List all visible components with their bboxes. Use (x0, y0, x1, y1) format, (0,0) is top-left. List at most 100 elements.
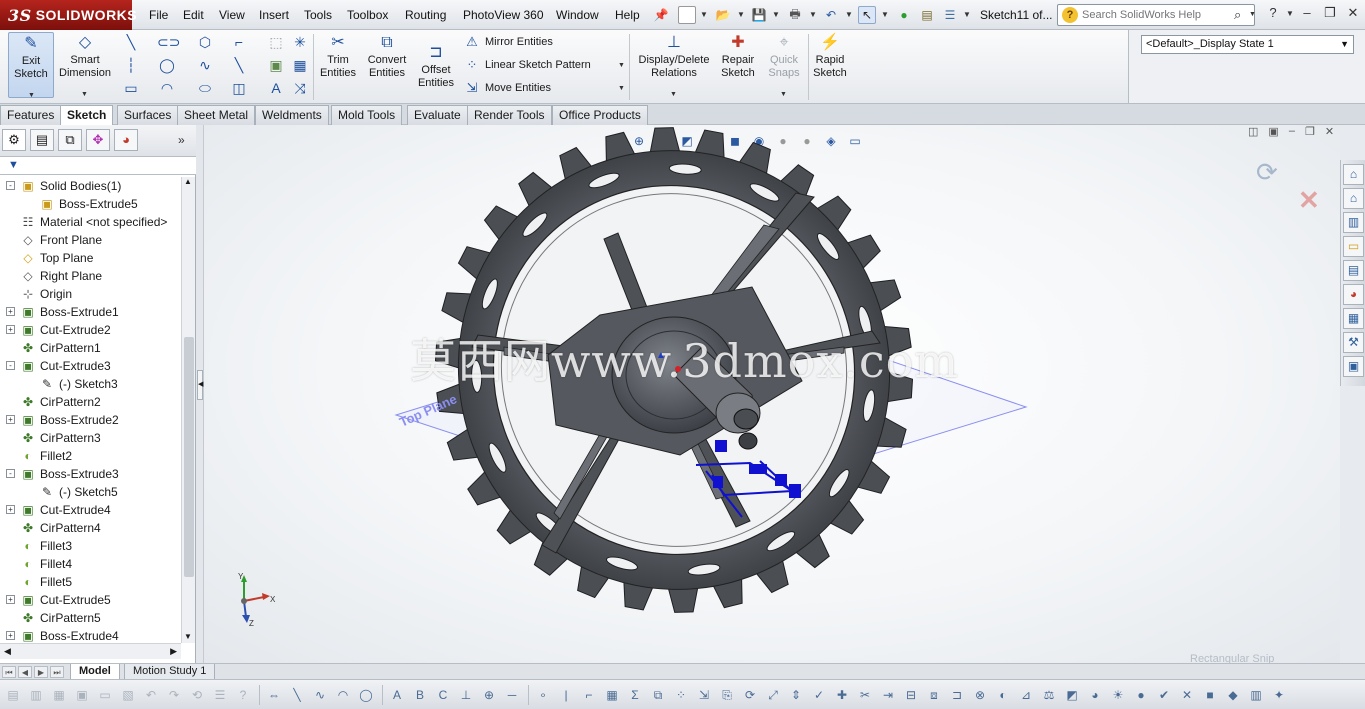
chevron-down-icon[interactable]: ▼ (737, 10, 745, 19)
tree-node[interactable]: - ▣ Cut-Extrude3 (6, 357, 111, 375)
rebuild-traffic-light-icon[interactable]: ● (895, 6, 913, 24)
print-icon[interactable]: ▧ (119, 686, 137, 704)
pattern-icon[interactable]: Σ (626, 686, 644, 704)
file-explorer-icon[interactable]: ▭ (1343, 236, 1364, 257)
add-relation-icon[interactable]: C (434, 686, 452, 704)
property-manager-tab-icon[interactable]: ▤ (30, 129, 54, 151)
rebuild-traffic-icon[interactable]: ◕ (1086, 686, 1104, 704)
scroll-up-icon[interactable]: ▲ (184, 177, 192, 186)
tab-model[interactable]: Model (70, 664, 120, 680)
tree-node[interactable]: - ▣ Boss-Extrude3 (6, 465, 119, 483)
grid-icon[interactable]: | (557, 686, 575, 704)
tree-node[interactable]: ✤ CirPattern3 (20, 429, 101, 447)
tile-view-icon[interactable]: ▣ (1268, 125, 1278, 138)
move-icon[interactable]: ⧉ (649, 686, 667, 704)
material-icon[interactable]: ✕ (1178, 686, 1196, 704)
mirror-entities-button[interactable]: ⚠ Mirror Entities (463, 34, 553, 50)
tree-node[interactable]: + ▣ Boss-Extrude4 (6, 627, 119, 643)
design-library-icon[interactable]: ▥ (1343, 212, 1364, 233)
open-folder-icon[interactable]: 📂 (714, 6, 732, 24)
tab-mold-tools[interactable]: Mold Tools (331, 105, 403, 125)
tree-node[interactable]: ◇ Right Plane (20, 267, 102, 285)
display-delete-relations-button[interactable]: ⊥ Display/Delete Relations ▼ (634, 32, 714, 98)
close-icon[interactable]: ✕ (1325, 125, 1334, 138)
vertical-icon[interactable]: ⊕ (480, 686, 498, 704)
smart-dimension-icon[interactable]: ⇔ (265, 686, 283, 704)
new-document-icon[interactable] (678, 6, 696, 24)
restore-icon[interactable]: ❐ (1320, 5, 1340, 23)
slot-icon[interactable]: ⊂⊃ (157, 32, 180, 52)
offset-entities-button[interactable]: ⊐ Offset Entities (414, 32, 458, 98)
arc-icon[interactable]: ◠ (157, 78, 177, 98)
options-icon[interactable]: ☰ (211, 686, 229, 704)
stop-icon[interactable]: ✔ (1155, 686, 1173, 704)
menu-help[interactable]: Help (615, 8, 640, 22)
expand-toggle-icon[interactable]: + (6, 631, 15, 640)
quick-snaps-button[interactable]: ⌖ Quick Snaps ▼ (764, 32, 804, 98)
split-icon[interactable]: ✂ (856, 686, 874, 704)
feature-tree-tab-icon[interactable]: ⚙ (2, 129, 26, 151)
intersection-icon[interactable]: ⧈ (925, 686, 943, 704)
tree-node[interactable]: ▣ Boss-Extrude5 (39, 195, 137, 213)
new-assembly-icon[interactable]: ▥ (27, 686, 45, 704)
scroll-left-icon[interactable]: ◀ (4, 646, 11, 657)
convert-entities-button[interactable]: ⧉ Convert Entities (362, 32, 412, 98)
rebuild-confirm-icon[interactable]: ⟳ (1256, 157, 1296, 197)
tree-node[interactable]: + ▣ Cut-Extrude2 (6, 321, 111, 339)
file-properties-icon[interactable]: ▤ (918, 6, 936, 24)
tree-node[interactable]: + ▣ Boss-Extrude1 (6, 303, 119, 321)
minimize-icon[interactable]: – (1289, 125, 1295, 138)
mass-properties-icon[interactable]: ◐ (994, 686, 1012, 704)
save-icon[interactable]: ▭ (96, 686, 114, 704)
new-part-icon[interactable]: ▤ (4, 686, 22, 704)
rapid-sketch-button[interactable]: ⚡ Rapid Sketch (810, 32, 850, 98)
tree-node[interactable]: ✤ CirPattern4 (20, 519, 101, 537)
mirror-icon[interactable]: ▦ (603, 686, 621, 704)
tree-node[interactable]: ◐ Fillet5 (20, 573, 72, 591)
menu-tools[interactable]: Tools (304, 8, 332, 22)
centerline-icon[interactable]: ┆ (121, 55, 141, 75)
tree-node[interactable]: ✤ CirPattern5 (20, 609, 101, 627)
construction-geometry-icon[interactable]: ⬚ (266, 32, 286, 52)
chamfer-sketch-icon[interactable]: ╲ (229, 55, 249, 75)
scrollbar-thumb[interactable] (184, 337, 194, 577)
expand-toggle-icon[interactable]: - (6, 361, 15, 370)
graphics-area[interactable]: ⌕ ⊕ ↺ ◩ ⬚ ◼ ◉ ● ● ◈ ▭ ◫ ▣ – ❐ ✕ (204, 125, 1340, 663)
tree-node[interactable]: ✤ CirPattern1 (20, 339, 101, 357)
solidworks-resources-icon[interactable]: ⌂ (1343, 164, 1364, 185)
camera-icon[interactable]: ▥ (1247, 686, 1265, 704)
redo-icon[interactable]: ↷ (165, 686, 183, 704)
light-icon[interactable]: ◆ (1224, 686, 1242, 704)
line-icon[interactable]: ╲ (121, 32, 141, 52)
text-icon[interactable]: A (266, 78, 286, 98)
expand-toggle-icon[interactable]: + (6, 415, 15, 424)
point-icon[interactable]: ✳ (290, 32, 310, 52)
display-manager-tab-icon[interactable]: ◕ (114, 129, 138, 151)
expand-toggle-icon[interactable]: + (6, 595, 15, 604)
sketch-picture-icon[interactable]: ▣ (266, 55, 286, 75)
grid-icon[interactable]: ▦ (290, 55, 310, 75)
chevron-down-icon[interactable]: ▼ (881, 10, 889, 19)
menu-insert[interactable]: Insert (259, 8, 289, 22)
tab-office-products[interactable]: Office Products (552, 105, 648, 125)
collapse-panel-handle[interactable]: ◀ (197, 370, 203, 400)
display-state-select[interactable]: <Default>_Display State 1 ▼ (1141, 35, 1354, 54)
tree-node[interactable]: ☷ Material <not specified> (20, 213, 168, 231)
rotate-icon[interactable]: ⇲ (695, 686, 713, 704)
tree-node[interactable]: ✤ CirPattern2 (20, 393, 101, 411)
coincident-icon[interactable]: ─ (503, 686, 521, 704)
menu-photoview[interactable]: PhotoView 360 (463, 8, 544, 22)
chevron-down-icon[interactable]: ▼ (670, 88, 677, 101)
chevron-down-icon[interactable]: ▼ (780, 88, 787, 101)
move-entities-button[interactable]: ⇲ Move Entities (463, 80, 551, 96)
extend-icon[interactable]: ✚ (833, 686, 851, 704)
custom-properties-icon[interactable]: ▦ (1343, 308, 1364, 329)
spline-icon[interactable]: ∿ (195, 55, 215, 75)
chevron-down-icon[interactable]: ▼ (618, 62, 625, 69)
section-icon[interactable]: ⊿ (1017, 686, 1035, 704)
previous-tab-icon[interactable]: ◀ (18, 666, 32, 678)
plane-sketch-icon[interactable]: ◫ (229, 78, 249, 98)
ok-icon[interactable]: ☀ (1109, 686, 1127, 704)
silhouette-icon[interactable]: ⊐ (948, 686, 966, 704)
search-icon[interactable]: ⌕ (1234, 7, 1241, 23)
